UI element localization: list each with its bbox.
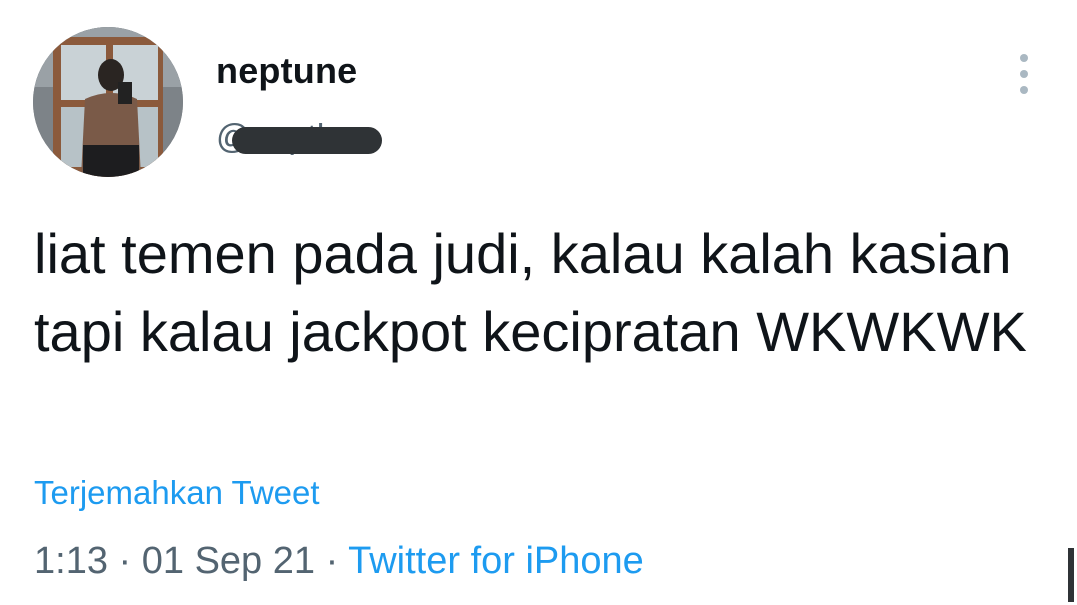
handle-redaction — [232, 127, 382, 154]
more-vertical-icon[interactable] — [1012, 52, 1036, 96]
tweet-source-link[interactable]: Twitter for iPhone — [348, 540, 644, 582]
avatar[interactable] — [33, 27, 183, 177]
display-name[interactable]: neptune — [216, 50, 357, 92]
tweet-date[interactable]: 01 Sep 21 — [142, 540, 315, 582]
meta-separator: · — [118, 540, 132, 582]
scroll-indicator — [1068, 548, 1074, 602]
meta-separator: · — [325, 540, 339, 582]
tweet-time: 1:13 — [34, 540, 108, 582]
tweet-text: liat temen pada judi, kalau kalah kasian… — [34, 222, 1027, 363]
tweet-meta: 1:13 · 01 Sep 21 · Twitter for iPhone — [34, 540, 644, 583]
avatar-image — [33, 27, 183, 177]
translate-tweet-link[interactable]: Terjemahkan Tweet — [34, 474, 320, 512]
